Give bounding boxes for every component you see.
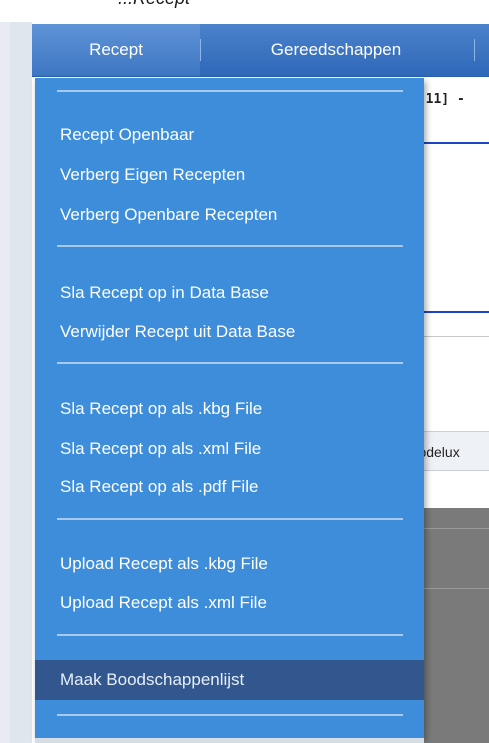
menu-item-sla-op-als-xml[interactable]: Sla Recept op als .xml File xyxy=(35,431,424,467)
menu-item-recept-openbaar[interactable]: Recept Openbaar xyxy=(35,117,424,153)
menu-item-sla-op-als-kbg[interactable]: Sla Recept op als .kbg File xyxy=(35,391,424,427)
menu-separator xyxy=(57,245,403,247)
recept-dropdown-menu: Recept Openbaar Verberg Eigen Recepten V… xyxy=(35,78,424,738)
menu-bottom-edge xyxy=(35,738,424,743)
menu-separator xyxy=(57,90,403,92)
main-navbar: Recept Gereedschappen xyxy=(32,24,489,77)
menu-separator xyxy=(57,362,403,364)
menu-separator xyxy=(57,714,403,716)
left-gutter xyxy=(10,22,32,743)
menu-item-sla-op-in-database[interactable]: Sla Recept op in Data Base xyxy=(35,275,424,311)
menu-separator xyxy=(57,518,403,520)
menu-item-upload-xml[interactable]: Upload Recept als .xml File xyxy=(35,585,424,621)
menu-separator xyxy=(57,634,403,636)
menu-item-sla-op-als-pdf[interactable]: Sla Recept op als .pdf File xyxy=(35,469,424,505)
menu-item-maak-boodschappenlijst[interactable]: Maak Boodschappenlijst xyxy=(35,660,424,700)
page-header-strip: ...Recept xyxy=(0,0,489,22)
nav-tab-gereedschappen[interactable]: Gereedschappen xyxy=(201,24,471,76)
menu-item-upload-kbg[interactable]: Upload Recept als .kbg File xyxy=(35,546,424,582)
nav-separator xyxy=(474,39,475,61)
page-title-fragment: ...Recept xyxy=(118,0,190,9)
menu-item-verberg-eigen-recepten[interactable]: Verberg Eigen Recepten xyxy=(35,157,424,193)
nav-tab-recept[interactable]: Recept xyxy=(32,24,200,76)
menu-item-verberg-openbare-recepten[interactable]: Verberg Openbare Recepten xyxy=(35,197,424,233)
menu-item-verwijder-uit-database[interactable]: Verwijder Recept uit Data Base xyxy=(35,314,424,350)
